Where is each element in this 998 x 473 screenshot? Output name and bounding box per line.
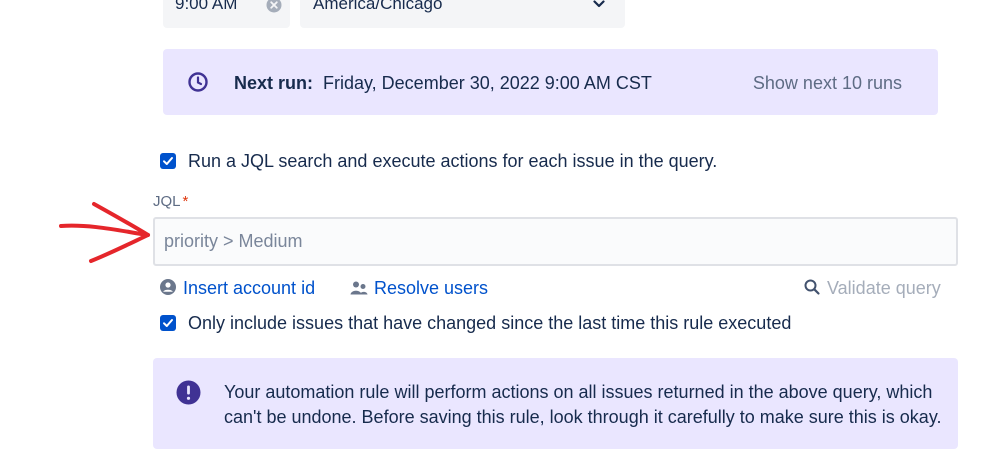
timezone-value: America/Chicago [313,0,443,13]
warning-text: Your automation rule will perform action… [224,382,942,427]
validate-query-button[interactable]: Validate query [827,278,941,299]
next-run-label: Next run: [234,73,314,93]
timezone-select[interactable]: America/Chicago [300,0,625,28]
jql-search-checkbox[interactable] [160,153,176,169]
show-next-runs-button[interactable]: Show next 10 runs [753,73,902,94]
search-icon [804,279,820,295]
required-marker: * [182,193,189,210]
next-run-value: Friday, December 30, 2022 9:00 AM CST [323,73,652,93]
jql-input[interactable] [153,217,958,266]
person-icon [160,279,176,295]
jql-search-checkbox-label[interactable]: Run a JQL search and execute actions for… [188,151,717,172]
check-icon [163,319,173,327]
annotation-arrow [59,202,150,263]
next-run-panel: Next run: Friday, December 30, 2022 9:00… [163,49,938,115]
clear-icon[interactable] [266,0,282,13]
chevron-down-icon [593,0,605,8]
jql-label: JQL * [153,193,189,210]
warning-panel: Your automation rule will perform action… [153,358,958,449]
resolve-users-link[interactable]: Resolve users [374,278,488,299]
clock-icon [188,72,208,92]
changed-only-checkbox[interactable] [160,315,176,331]
time-field[interactable]: 9:00 AM [163,0,290,28]
insert-account-id-link[interactable]: Insert account id [183,278,315,299]
people-icon [350,281,368,295]
exclamation-icon [176,380,201,405]
time-value: 9:00 AM [175,0,238,13]
changed-only-checkbox-label[interactable]: Only include issues that have changed si… [188,313,791,334]
check-icon [163,157,173,165]
